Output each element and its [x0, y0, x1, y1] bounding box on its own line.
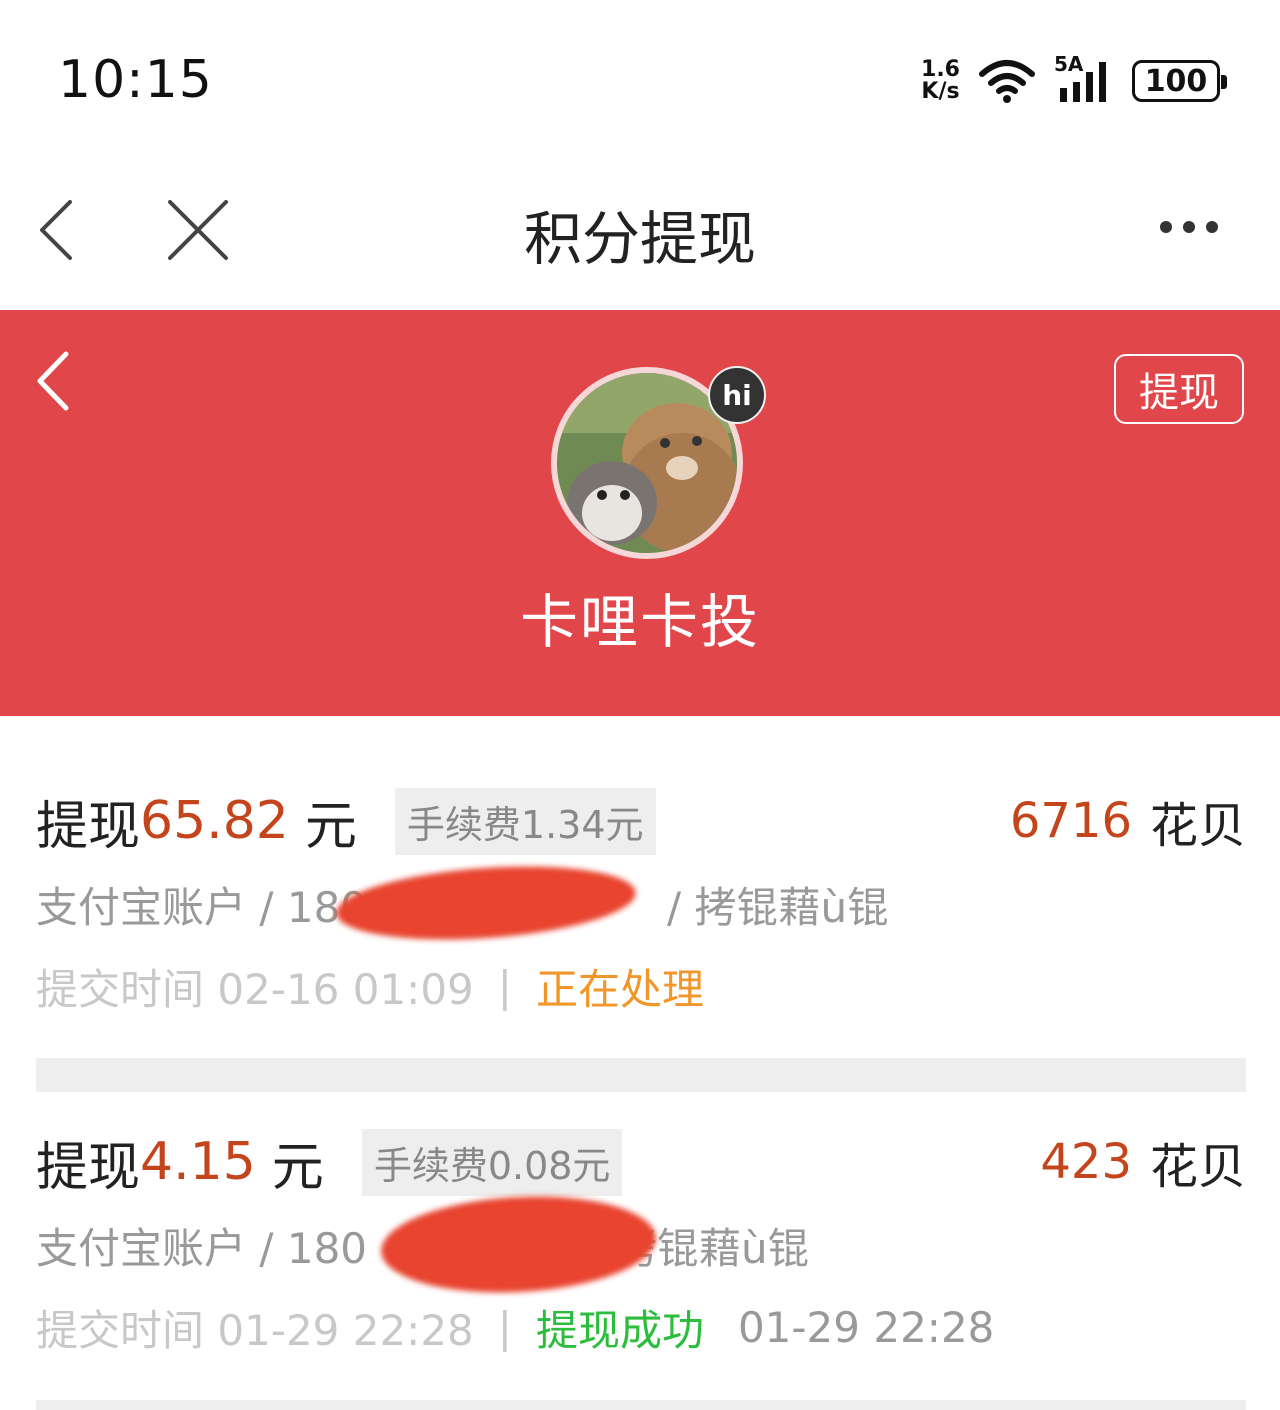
- separator: |: [497, 962, 512, 1011]
- battery-level: 100: [1144, 63, 1208, 99]
- points-unit: 花贝: [1149, 1139, 1246, 1195]
- divider: [36, 1400, 1246, 1410]
- completed-time: 01-29 22:28: [737, 1303, 995, 1352]
- page-title: 积分提现: [523, 205, 756, 273]
- withdraw-record[interactable]: 提现 65.82 元 手续费1.34元 6716 花贝 支付宝账户 / 180 /…: [36, 786, 1246, 1026]
- account-suffix: / 拷锟藉ù锟: [667, 883, 890, 932]
- record-prefix: 提现: [36, 796, 141, 857]
- cellular-signal-icon: 5A: [1054, 52, 1114, 104]
- fee-badge: 手续费1.34元: [394, 787, 656, 855]
- withdraw-button[interactable]: 提现: [1114, 354, 1244, 424]
- record-summary: 提现 65.82 元 手续费1.34元: [36, 786, 656, 857]
- network-speed: 1.6 K/s: [921, 59, 960, 103]
- signal-label: 5A: [1054, 52, 1084, 76]
- header-back-icon[interactable]: [30, 346, 80, 416]
- record-prefix: 提现: [36, 1137, 141, 1198]
- record-unit: 元: [271, 1137, 324, 1198]
- status-bar: 10:15 1.6 K/s 5A 100: [0, 0, 1280, 150]
- battery-indicator: 100: [1132, 60, 1227, 102]
- fee-badge: 手续费0.08元: [361, 1128, 623, 1196]
- divider: [36, 1058, 1246, 1092]
- record-unit: 元: [304, 796, 357, 857]
- record-summary: 提现 4.15 元 手续费0.08元: [36, 1127, 623, 1198]
- account-prefix: 支付宝账户 / 180: [36, 883, 368, 932]
- points-value: 6716: [1009, 793, 1132, 849]
- record-amount: 4.15: [140, 1132, 256, 1192]
- net-speed-unit: K/s: [921, 79, 960, 104]
- points-unit: 花贝: [1149, 798, 1246, 854]
- points-value: 423: [1040, 1134, 1132, 1190]
- withdraw-record[interactable]: 提现 4.15 元 手续费0.08元 423 花贝 支付宝账户 / 180 拷锟藉…: [36, 1127, 1246, 1367]
- user-name: 卡哩卡投: [519, 588, 760, 656]
- account-prefix: 支付宝账户 / 180: [36, 1224, 368, 1273]
- points-cost: 6716 花贝: [1010, 786, 1246, 856]
- status-indicators: 1.6 K/s 5A 100: [921, 52, 1227, 107]
- submit-time: 提交时间 02-16 01:09: [36, 965, 474, 1014]
- nav-bar: 积分提现: [0, 150, 1280, 310]
- profile-header: 提现 hi 卡哩卡投: [0, 310, 1280, 716]
- points-cost: 423 花贝: [1040, 1127, 1246, 1197]
- more-icon[interactable]: [1160, 212, 1230, 242]
- status-label: 提现成功: [535, 1306, 704, 1355]
- wifi-icon: [978, 58, 1036, 104]
- redaction-mark: [378, 1189, 659, 1300]
- net-speed-value: 1.6: [921, 57, 960, 82]
- submit-time: 提交时间 01-29 22:28: [36, 1306, 474, 1355]
- hi-badge: hi: [708, 366, 766, 424]
- separator: |: [497, 1303, 512, 1352]
- submit-info: 提交时间 02-16 01:09 | 正在处理: [36, 956, 704, 1017]
- submit-info: 提交时间 01-29 22:28 | 提现成功 01-29 22:28: [36, 1297, 994, 1358]
- record-amount: 65.82: [140, 791, 289, 851]
- status-label: 正在处理: [535, 965, 704, 1014]
- status-time: 10:15: [58, 50, 213, 110]
